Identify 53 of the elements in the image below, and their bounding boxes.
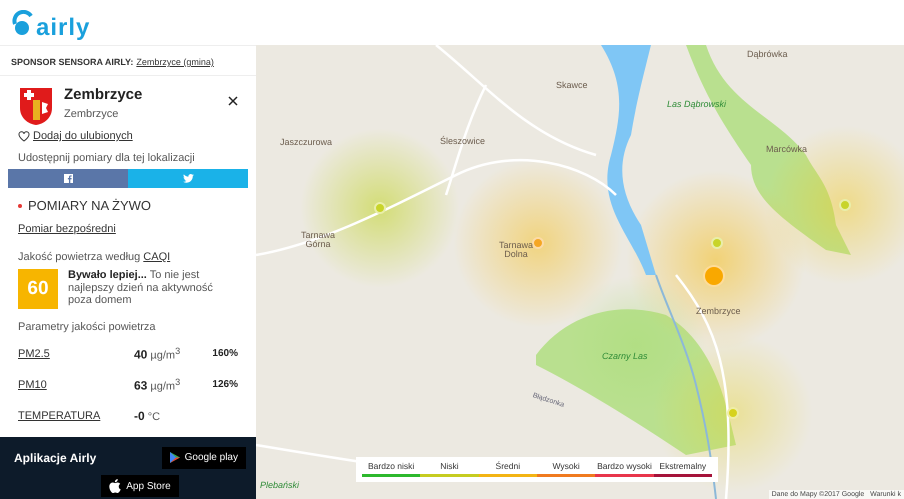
map-place-label: Tarnawa Dolna [498, 241, 534, 259]
legend-label: Ekstremalny [659, 461, 706, 471]
parameter-value: -0 °C [134, 408, 162, 422]
map-place-label: Plebański [260, 481, 300, 490]
parameter-percent: 126% [212, 379, 238, 390]
apple-icon [109, 479, 122, 494]
map-place-label: Śleszowice [440, 137, 486, 146]
facebook-icon [64, 174, 72, 183]
coat-of-arms-icon [18, 86, 54, 126]
parameter-value: 63 µg/m$^{3}$ [134, 376, 182, 392]
twitter-button[interactable] [128, 169, 248, 188]
live-heading: POMIARY NA ŻYWO [28, 198, 152, 213]
bird-icon [182, 174, 194, 183]
parameter-value: 40 µg/m$^{3}$ [134, 346, 182, 362]
share-caption: Udostępnij pomiary dla tej lokalizacji [17, 151, 196, 166]
map-place-label: Skawce [556, 81, 588, 90]
favorite-link[interactable]: Dodaj do ulubionych [33, 130, 133, 142]
logo-text: airly [36, 14, 90, 42]
parameters-title: Parametry jakości powietrza [17, 320, 157, 335]
measurement-mode-link[interactable]: Pomiar bezpośredni [8, 219, 126, 239]
map-place-label: Marcówka [766, 145, 808, 154]
location-subtitle: Zembrzyce [64, 108, 120, 120]
legend-label: Średni [496, 461, 520, 471]
parameter-name[interactable]: PM10 [18, 378, 47, 390]
close-icon [228, 96, 238, 106]
app-store-button[interactable]: App Store [101, 475, 179, 498]
parameter-percent: 160% [212, 348, 238, 359]
google-play-button[interactable]: Google play [162, 446, 246, 469]
map-place-label: Las Dąbrowski [667, 100, 726, 109]
heart-icon [18, 130, 30, 142]
sponsor-link[interactable]: Zembrzyce (gmina) [136, 57, 214, 67]
legend-label: Bardzo niski [368, 461, 414, 471]
map-place-label: Czarny Las [602, 352, 648, 361]
map-drawing[interactable] [256, 45, 904, 499]
legend-label: Bardzo wysoki [597, 461, 652, 471]
caqi-label: Jakość powietrza według [18, 251, 140, 263]
legend-label: Wysoki [552, 461, 580, 471]
parameter-name[interactable]: TEMPERATURA [18, 410, 100, 422]
caqi-link[interactable]: CAQI [143, 251, 170, 263]
parameter-name[interactable]: PM2.5 [18, 348, 50, 360]
legend-label: Niski [440, 461, 459, 471]
quality-description: Bywało lepiej... To nie jest najlepszy dzień na aktywność poza domem [68, 269, 214, 308]
caqi-index: 60 [18, 269, 58, 309]
play-icon [170, 452, 180, 464]
live-dot-icon [18, 204, 22, 208]
logo-icon [12, 10, 34, 36]
sponsor-label: SPONSOR SENSORA AIRLY: [11, 57, 134, 67]
map-place-label: Dąbrówka [747, 50, 788, 59]
map-place-label: Tarnawa Górna [300, 231, 336, 249]
location-title: Zembrzyce [64, 86, 144, 103]
map-place-label: Jaszczurowa [280, 138, 332, 147]
facebook-button[interactable] [8, 169, 128, 188]
apps-title: Aplikacje Airly [14, 450, 98, 465]
